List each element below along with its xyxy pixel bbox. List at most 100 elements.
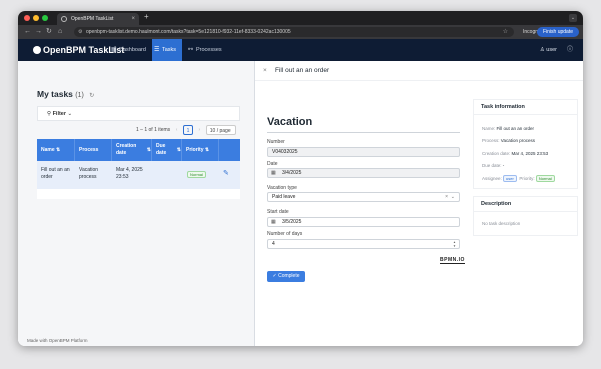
col-header-due-date[interactable]: Due date ⇅ xyxy=(152,139,182,161)
stepper-arrows-icon[interactable]: ▲ ▼ xyxy=(453,240,456,248)
task-information-card: Task information Name: Fill out an an or… xyxy=(473,99,578,189)
vacation-type-label: Vacation type xyxy=(267,185,297,191)
forward-icon[interactable]: → xyxy=(35,27,42,37)
form-title: Vacation xyxy=(267,116,313,128)
cell-name: Fill out an an order xyxy=(41,167,70,180)
back-icon[interactable]: ← xyxy=(24,27,31,37)
info-created-value: Mar 4, 2025 23:53 xyxy=(511,151,549,156)
info-priority-key: Priority: xyxy=(519,176,535,181)
number-field[interactable]: V04032025 xyxy=(267,147,460,157)
browser-window: OpenBPM TaskList × + ⌄ ← → ↻ ⌂ ⚙ openbpm… xyxy=(18,11,583,346)
nav-processes[interactable]: ⚯ Processes xyxy=(186,39,228,61)
task-list-pane: My tasks (1) ↻ ⚲ Filter ⌄ 1 – 1 of 1 ite… xyxy=(18,61,254,346)
logo-mark-icon xyxy=(33,46,41,54)
page-title: My tasks (1) ↻ xyxy=(37,89,94,99)
date-value: 3/4/2025 xyxy=(282,170,302,176)
page-size-select[interactable]: 10 / page xyxy=(205,125,236,135)
page-title-text: My tasks xyxy=(37,89,73,99)
help-icon[interactable]: ⓘ xyxy=(567,39,573,61)
task-count: (1) xyxy=(75,92,84,99)
clear-chevron-icon[interactable]: × ⌄ xyxy=(445,193,455,202)
refresh-icon[interactable]: ↻ xyxy=(89,93,94,99)
start-date-label: Start date xyxy=(267,209,289,215)
prev-page-icon[interactable]: ‹ xyxy=(172,125,182,135)
start-date-value: 3/5/2025 xyxy=(282,219,302,225)
home-icon[interactable]: ⌂ xyxy=(58,27,62,37)
table-row[interactable]: Fill out an an order Vacation process Ma… xyxy=(37,161,240,189)
next-page-icon[interactable]: › xyxy=(194,125,204,135)
info-due: Due date: - xyxy=(482,163,504,168)
number-label: Number xyxy=(267,139,285,145)
description-header: Description xyxy=(474,197,577,212)
site-info-icon[interactable]: ⚙ xyxy=(78,27,82,37)
complete-button[interactable]: ✓ Complete xyxy=(267,271,305,282)
processes-icon: ⚯ xyxy=(188,47,194,53)
browser-tab[interactable]: OpenBPM TaskList × xyxy=(57,13,139,25)
info-assignee-key: Assignee: xyxy=(482,176,502,181)
col-header-name[interactable]: Name ⇅ xyxy=(37,139,75,161)
main-area: My tasks (1) ↻ ⚲ Filter ⌄ 1 – 1 of 1 ite… xyxy=(18,61,583,346)
info-assignee-priority: Assignee: user Priority: Normal xyxy=(482,175,555,182)
cell-created: Mar 4, 2025 23:53 xyxy=(116,167,143,180)
days-value: 4 xyxy=(272,241,275,247)
days-stepper[interactable]: 4 ▲ ▼ xyxy=(267,239,460,249)
info-name: Name: Fill out an an order xyxy=(482,126,534,131)
check-icon: ✓ xyxy=(272,273,277,279)
panel-title: Fill out an an order xyxy=(275,67,330,74)
number-value: V04032025 xyxy=(272,149,298,155)
table-header: Name ⇅ Process Creation date ⇅ Due date … xyxy=(37,139,240,161)
info-due-value: - xyxy=(502,163,505,168)
minimize-window-icon[interactable] xyxy=(33,15,39,21)
bookmark-star-icon[interactable]: ☆ xyxy=(503,27,508,37)
user-icon: ♙ xyxy=(539,47,545,53)
url-text: openbpm-tasklist.demo.haulmont.com/tasks… xyxy=(86,29,291,35)
tab-search-icon[interactable]: ⌄ xyxy=(569,14,577,22)
filter-toggle[interactable]: ⚲ Filter ⌄ xyxy=(37,106,240,121)
days-label: Number of days xyxy=(267,231,303,237)
col-header-process: Process xyxy=(75,139,112,161)
form-divider xyxy=(267,132,460,133)
col-process-label: Process xyxy=(79,146,99,153)
new-tab-icon[interactable]: + xyxy=(144,12,149,21)
dashboard-icon: ▦ xyxy=(111,47,117,53)
info-name-key: Name: xyxy=(482,126,496,131)
filter-label: Filter xyxy=(52,111,67,117)
info-due-key: Due date: xyxy=(482,163,502,168)
col-created-label: Creation date xyxy=(116,143,137,156)
reload-icon[interactable]: ↻ xyxy=(46,27,52,37)
user-menu[interactable]: ♙ user xyxy=(540,39,557,61)
vacation-type-value: Paid leave xyxy=(272,194,296,200)
info-process-value: Vacation process xyxy=(500,138,535,143)
filter-icon: ⚲ xyxy=(47,111,52,117)
close-tab-icon[interactable]: × xyxy=(131,13,135,25)
nav-dashboard[interactable]: ▦ Dashboard xyxy=(109,39,152,61)
tab-favicon-icon xyxy=(61,16,67,22)
col-header-priority[interactable]: Priority ⇅ xyxy=(182,139,219,161)
priority-badge: Normal xyxy=(187,171,206,178)
browser-tab-strip: OpenBPM TaskList × + ⌄ xyxy=(18,11,583,25)
app-header: OpenBPM TaskList ▦ Dashboard ☰ Tasks ⚯ P… xyxy=(18,39,583,61)
calendar-icon: ▦ xyxy=(271,170,276,176)
page-number[interactable]: 1 xyxy=(182,125,193,135)
nav-tasks[interactable]: ☰ Tasks xyxy=(152,39,183,61)
finish-update-button[interactable]: Finish update xyxy=(536,27,579,37)
maximize-window-icon[interactable] xyxy=(42,15,48,21)
url-bar[interactable]: ⚙ openbpm-tasklist.demo.haulmont.com/tas… xyxy=(74,27,514,37)
cell-priority: Normal xyxy=(187,171,206,179)
priority-badge: Normal xyxy=(535,175,555,182)
user-name: user xyxy=(546,47,557,53)
description-card: Description No task description xyxy=(473,196,578,236)
date-field[interactable]: ▦ 3/4/2025 xyxy=(267,168,460,178)
col-header-creation-date[interactable]: Creation date ⇅ xyxy=(112,139,152,161)
close-window-icon[interactable] xyxy=(24,15,30,21)
vacation-type-select[interactable]: Paid leave × ⌄ xyxy=(267,192,460,202)
chevron-down-icon: ⌄ xyxy=(67,111,73,117)
edit-icon[interactable]: ✎ xyxy=(223,169,229,177)
pagination: 1 – 1 of 1 items ‹ 1 › 10 / page xyxy=(136,125,236,135)
start-date-field[interactable]: ▦ 3/5/2025 xyxy=(267,217,460,227)
cell-process: Vacation process xyxy=(79,167,99,180)
pagination-total: 1 – 1 of 1 items xyxy=(136,127,171,133)
col-due-label: Due date xyxy=(156,143,167,156)
date-label: Date xyxy=(267,161,278,167)
close-panel-icon[interactable]: × xyxy=(263,61,267,81)
